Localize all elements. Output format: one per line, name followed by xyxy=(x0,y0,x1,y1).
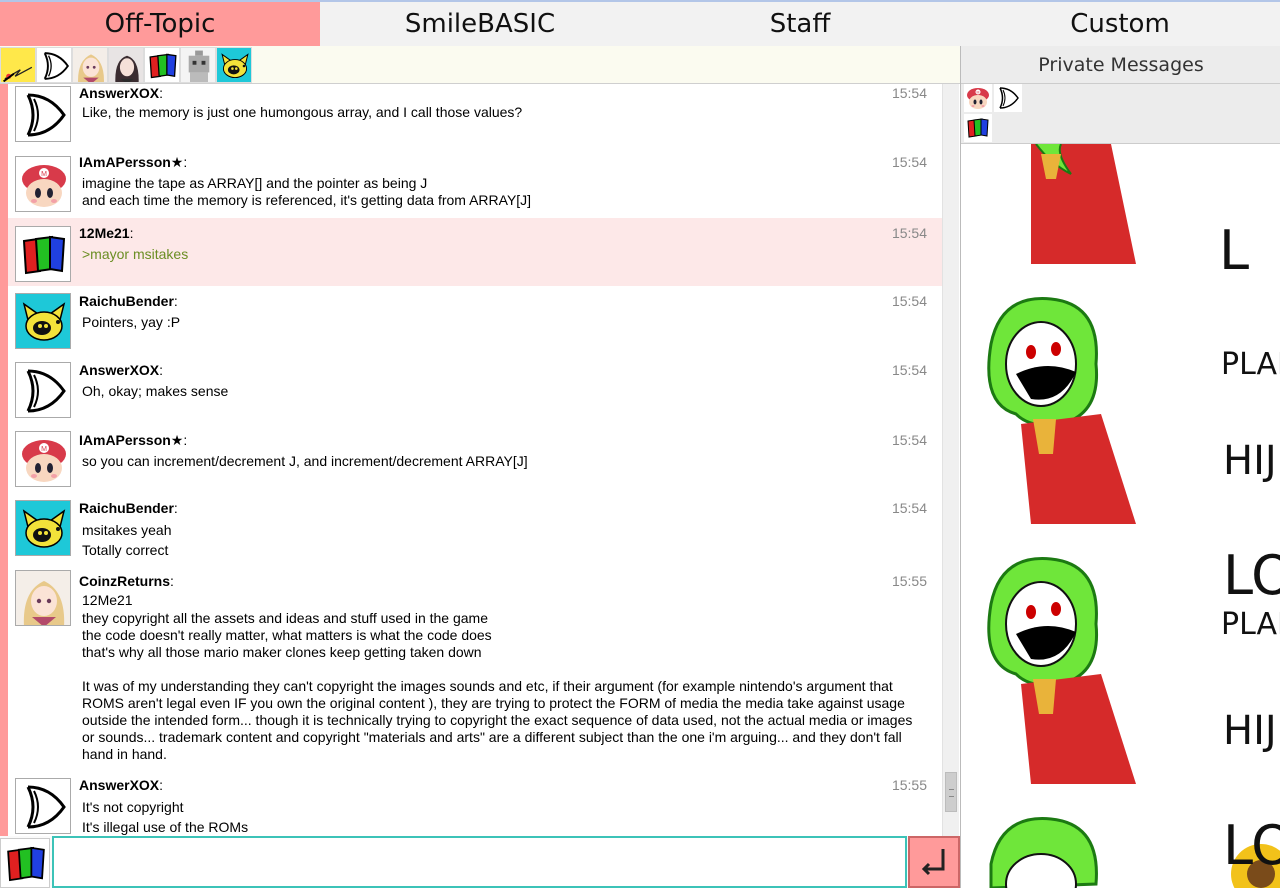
chat-message: AnswerXOX: 15:54 Like, the memory is jus… xyxy=(8,84,942,152)
message-body: It's not copyright It's illegal use of th… xyxy=(82,799,249,835)
message-body: Like, the memory is just one humongous a… xyxy=(82,104,523,120)
message-username[interactable]: AnswerXOX: xyxy=(79,777,163,793)
anime-girl-avatar[interactable] xyxy=(15,570,71,626)
svg-text:L: L xyxy=(1219,219,1249,282)
tab-staff[interactable]: Staff xyxy=(640,2,960,46)
message-username[interactable]: IAmAPersson★: xyxy=(79,432,187,449)
message-username[interactable]: IAmAPersson★: xyxy=(79,154,187,171)
message-time: 15:54 xyxy=(891,432,927,448)
online-users-bar xyxy=(0,46,960,84)
mario-avatar[interactable] xyxy=(963,84,993,112)
message-body: Oh, okay; makes sense xyxy=(82,383,229,399)
room-accent-bar xyxy=(0,84,8,836)
message-body: so you can increment/decrement J, and in… xyxy=(82,453,528,469)
chat-message: CoinzReturns: 15:55 12Me21 they copyrigh… xyxy=(8,566,942,774)
message-username[interactable]: RaichuBender: xyxy=(79,500,178,516)
message-list[interactable]: AnswerXOX: 15:54 Like, the memory is jus… xyxy=(8,84,942,836)
rgb-blocks-avatar[interactable] xyxy=(15,226,71,282)
chat-panel: AnswerXOX: 15:54 Like, the memory is jus… xyxy=(0,84,960,836)
message-time: 15:55 xyxy=(891,777,927,793)
mario-avatar[interactable] xyxy=(15,156,71,212)
message-time: 15:55 xyxy=(891,573,927,589)
message-username[interactable]: AnswerXOX: xyxy=(79,362,163,378)
tab-custom[interactable]: Custom xyxy=(960,2,1280,46)
message-body: >mayor msitakes xyxy=(82,246,189,262)
chat-message: AnswerXOX: 15:55 It's not copyright It's … xyxy=(8,774,942,836)
message-username[interactable]: RaichuBender: xyxy=(79,293,178,309)
chat-input-row xyxy=(0,836,960,888)
message-body: 12Me21 they copyright all the assets and… xyxy=(82,592,913,762)
pm-title[interactable]: Private Messages xyxy=(961,46,1280,84)
chat-message: IAmAPersson★: 15:54 imagine the tape as … xyxy=(8,152,942,218)
pikachu-avatar[interactable] xyxy=(0,47,36,83)
private-messages-panel: Private Messages L PLA HIJ L PLA HIJ L xyxy=(960,46,1280,888)
message-time: 15:54 xyxy=(891,85,927,101)
chat-message-highlighted: 12Me21: 15:54 >mayor msitakes xyxy=(8,218,942,286)
chat-message: RaichuBender: 15:54 msitakes yeah Totally… xyxy=(8,494,942,566)
message-body: msitakes yeah Totally correct xyxy=(82,522,172,558)
raichu-avatar[interactable] xyxy=(216,47,252,83)
message-body: imagine the tape as ARRAY[] and the poin… xyxy=(82,175,532,208)
svg-text:LO: LO xyxy=(1223,544,1280,607)
rgb-blocks-avatar[interactable] xyxy=(963,114,993,142)
or-gate-avatar[interactable] xyxy=(15,362,71,418)
pm-background-image: L PLAN HIJ LO PLAN HIJ LO xyxy=(961,144,1280,888)
message-username[interactable]: 12Me21: xyxy=(79,225,133,241)
message-username[interactable]: CoinzReturns: xyxy=(79,573,174,589)
svg-text:PLAN: PLAN xyxy=(1221,347,1280,382)
or-gate-avatar[interactable] xyxy=(36,47,72,83)
or-gate-avatar[interactable] xyxy=(15,778,71,834)
svg-text:PLAN: PLAN xyxy=(1221,607,1280,642)
svg-text:LO: LO xyxy=(1223,814,1280,877)
return-arrow-icon xyxy=(921,849,945,876)
chat-message: IAmAPersson★: 15:54 so you can increment… xyxy=(8,426,942,494)
or-gate-avatar[interactable] xyxy=(993,84,1023,112)
rgb-blocks-avatar[interactable] xyxy=(0,838,50,888)
message-time: 15:54 xyxy=(891,362,927,378)
raichu-avatar[interactable] xyxy=(15,293,71,349)
message-time: 15:54 xyxy=(891,225,927,241)
message-time: 15:54 xyxy=(891,293,927,309)
mario-avatar[interactable] xyxy=(15,431,71,487)
chat-message: AnswerXOX: 15:54 Oh, okay; makes sense xyxy=(8,356,942,426)
raichu-avatar[interactable] xyxy=(15,500,71,556)
tab-off-topic[interactable]: Off-Topic xyxy=(0,2,320,46)
chat-input[interactable] xyxy=(52,836,907,888)
scroll-thumb[interactable] xyxy=(945,772,957,812)
robot-avatar[interactable] xyxy=(180,47,216,83)
send-button[interactable] xyxy=(908,836,960,888)
message-time: 15:54 xyxy=(891,500,927,516)
pm-conversation-list xyxy=(961,84,1280,144)
chat-message: RaichuBender: 15:54 Pointers, yay :P xyxy=(8,286,942,356)
svg-text:HIJ: HIJ xyxy=(1223,708,1277,754)
message-time: 15:54 xyxy=(891,154,927,170)
or-gate-avatar[interactable] xyxy=(15,86,71,142)
anime-girl-avatar[interactable] xyxy=(72,47,108,83)
room-tabs: Off-Topic SmileBASIC Staff Custom xyxy=(0,0,1280,46)
message-body: Pointers, yay :P xyxy=(82,314,181,330)
svg-text:HIJ: HIJ xyxy=(1223,438,1277,484)
message-scrollbar[interactable] xyxy=(942,84,959,836)
tab-smilebasic[interactable]: SmileBASIC xyxy=(320,2,640,46)
dark-girl-avatar[interactable] xyxy=(108,47,144,83)
rgb-blocks-avatar[interactable] xyxy=(144,47,180,83)
message-username[interactable]: AnswerXOX: xyxy=(79,85,163,101)
